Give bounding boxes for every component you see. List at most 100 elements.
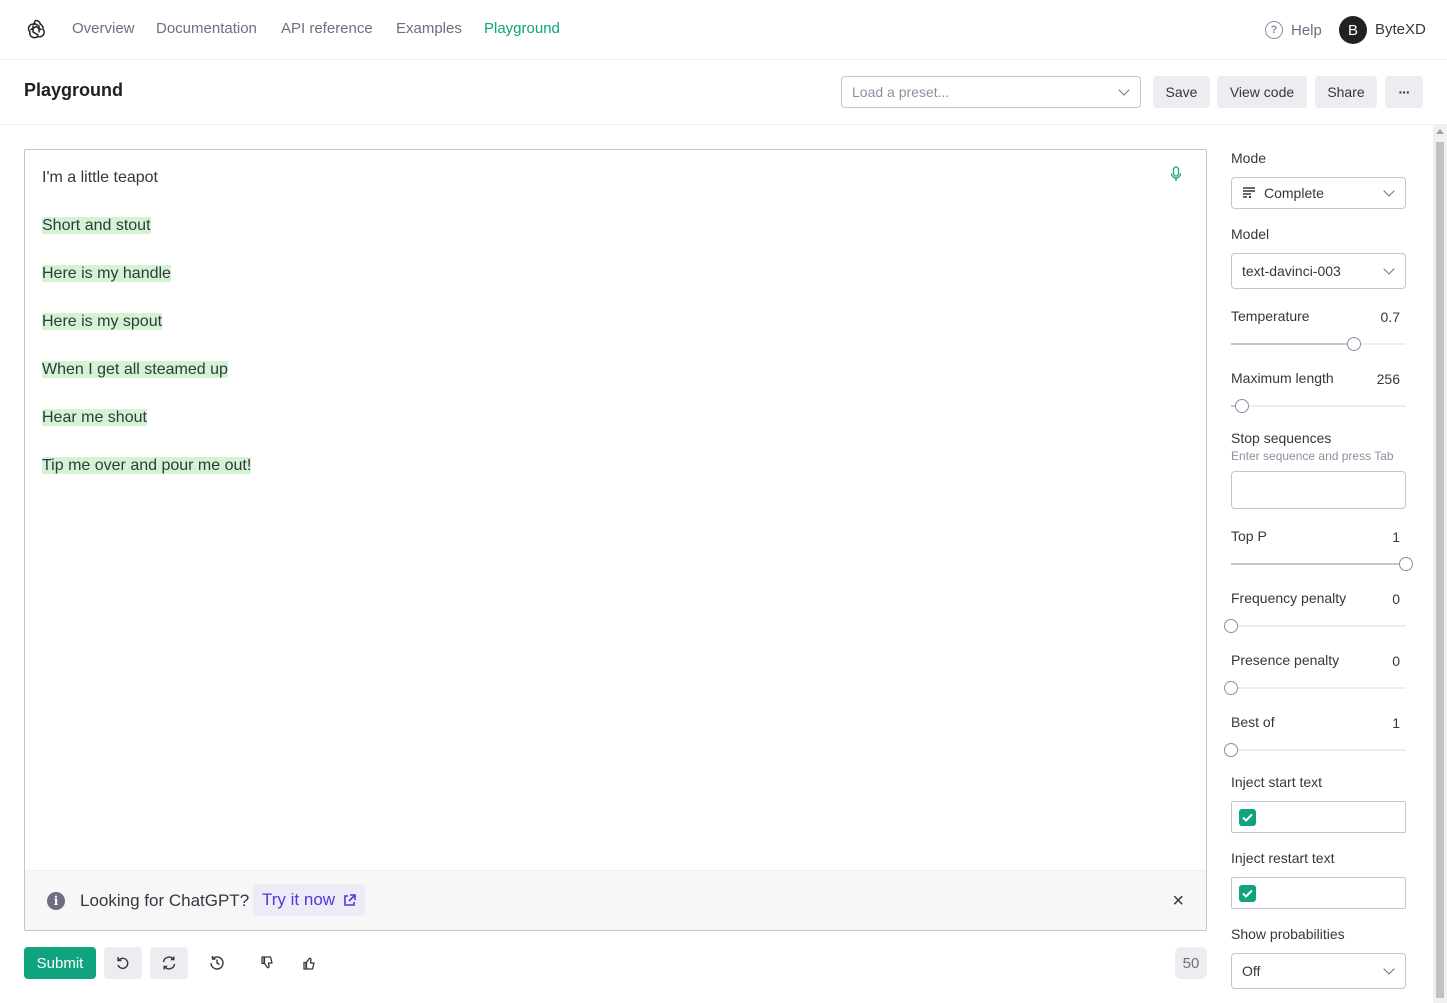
submit-button[interactable]: Submit [24, 947, 96, 979]
thumbs-down-icon [261, 956, 273, 969]
completion-line: Hear me shout [42, 409, 147, 426]
slider-thumb[interactable] [1224, 619, 1238, 633]
best-of-label: Best of [1231, 714, 1275, 730]
max-length-slider[interactable] [1231, 399, 1406, 413]
chevron-down-icon [1383, 963, 1395, 975]
microphone-icon[interactable] [1170, 166, 1182, 182]
banner-text: Looking for ChatGPT? [80, 891, 250, 910]
top-p-label: Top P [1231, 528, 1267, 544]
username[interactable]: ByteXD [1375, 21, 1426, 38]
inject-start-label: Inject start text [1231, 774, 1323, 790]
top-navigation: Overview Documentation API reference Exa… [0, 0, 1447, 60]
thumbs-up-button[interactable] [290, 947, 328, 979]
prompt-line: I'm a little teapot [42, 169, 158, 186]
chevron-down-icon [1383, 185, 1395, 197]
model-select[interactable]: text-davinci-003 [1231, 253, 1406, 289]
preset-select[interactable]: Load a preset... [841, 76, 1141, 108]
history-icon [210, 956, 224, 970]
model-label: Model [1231, 226, 1270, 242]
presence-penalty-value[interactable]: 0 [1360, 653, 1400, 669]
info-icon: i [47, 892, 65, 910]
completion-line: Here is my spout [42, 313, 163, 330]
close-icon[interactable]: × [1172, 891, 1184, 911]
chatgpt-banner: i Looking for ChatGPT? Try it now × [25, 870, 1206, 930]
openai-logo-icon[interactable] [24, 17, 48, 41]
slider-thumb[interactable] [1234, 399, 1249, 413]
page-title: Playground [24, 80, 124, 100]
chevron-down-icon [1118, 84, 1130, 96]
thumbs-down-button[interactable] [248, 947, 286, 979]
question-icon: ? [1265, 21, 1283, 39]
nav-examples[interactable]: Examples [396, 20, 462, 37]
temperature-slider[interactable] [1231, 337, 1406, 351]
presence-penalty-label: Presence penalty [1231, 652, 1340, 668]
try-it-now-link[interactable]: Try it now [253, 884, 366, 916]
chevron-down-icon [1383, 263, 1395, 275]
nav-playground[interactable]: Playground [484, 20, 560, 37]
help-label: Help [1291, 21, 1322, 39]
slider-fill [1231, 563, 1406, 565]
undo-icon [117, 957, 129, 970]
external-link-icon [344, 893, 356, 906]
nav-overview[interactable]: Overview [72, 20, 135, 37]
nav-documentation[interactable]: Documentation [156, 20, 257, 37]
stop-sequences-hint: Enter sequence and press Tab [1231, 449, 1394, 463]
prompt-editor[interactable]: I'm a little teapot Short and stout Here… [24, 149, 1207, 931]
checkmark-icon [1242, 889, 1253, 898]
mode-select[interactable]: Complete [1231, 177, 1406, 209]
show-probabilities-select[interactable]: Off [1231, 953, 1406, 989]
slider-thumb[interactable] [1399, 557, 1413, 571]
top-p-slider[interactable] [1231, 557, 1413, 571]
nav-api-reference[interactable]: API reference [281, 20, 373, 37]
regenerate-icon [162, 956, 176, 970]
show-probabilities-value: Off [1242, 963, 1261, 979]
frequency-penalty-slider[interactable] [1224, 619, 1406, 633]
try-it-now-label: Try it now [262, 890, 336, 909]
regenerate-button[interactable] [150, 947, 188, 979]
best-of-slider[interactable] [1224, 743, 1406, 757]
undo-button[interactable] [104, 947, 142, 979]
complete-mode-icon [1243, 187, 1255, 198]
thumbs-up-icon [303, 957, 315, 970]
slider-thumb[interactable] [1346, 337, 1361, 351]
best-of-value[interactable]: 1 [1360, 715, 1400, 731]
completion-line: Short and stout [42, 217, 151, 234]
stop-sequences-input[interactable] [1231, 471, 1406, 509]
inject-restart-checkbox[interactable] [1239, 885, 1256, 902]
temperature-value[interactable]: 0.7 [1360, 309, 1400, 325]
scrollbar-thumb[interactable] [1436, 142, 1444, 998]
show-probabilities-label: Show probabilities [1231, 926, 1345, 942]
token-count: 50 [1175, 947, 1207, 979]
inject-start-input[interactable] [1231, 801, 1406, 833]
view-code-button[interactable]: View code [1217, 76, 1307, 108]
max-length-label: Maximum length [1231, 370, 1334, 386]
page-header: Playground Load a preset... Save View co… [0, 60, 1447, 125]
inject-start-checkbox[interactable] [1239, 809, 1256, 826]
save-button[interactable]: Save [1153, 76, 1210, 108]
completion-line: Here is my handle [42, 265, 171, 282]
scrollbar[interactable] [1433, 125, 1447, 1003]
scroll-up-arrow-icon[interactable] [1436, 129, 1444, 134]
frequency-penalty-label: Frequency penalty [1231, 590, 1347, 606]
slider-thumb[interactable] [1224, 681, 1238, 695]
completion-line: When I get all steamed up [42, 361, 228, 378]
top-p-value[interactable]: 1 [1360, 529, 1400, 545]
share-button[interactable]: Share [1315, 76, 1377, 108]
mode-label: Mode [1231, 150, 1267, 166]
frequency-penalty-value[interactable]: 0 [1360, 591, 1400, 607]
avatar[interactable]: B [1339, 16, 1367, 44]
model-value: text-davinci-003 [1242, 263, 1341, 279]
completion-line: Tip me over and pour me out! [42, 457, 252, 474]
slider-thumb[interactable] [1224, 743, 1238, 757]
max-length-value[interactable]: 256 [1360, 371, 1400, 387]
history-button[interactable] [198, 947, 236, 979]
editor-content[interactable]: I'm a little teapot Short and stout Here… [42, 166, 252, 502]
presence-penalty-slider[interactable] [1224, 681, 1406, 695]
inject-restart-input[interactable] [1231, 877, 1406, 909]
preset-placeholder: Load a preset... [852, 84, 950, 100]
checkmark-icon [1242, 813, 1253, 822]
help-link[interactable]: ? Help [1265, 21, 1322, 39]
more-options-button[interactable]: ··· [1385, 76, 1423, 108]
stop-sequences-label: Stop sequences [1231, 430, 1332, 446]
inject-restart-label: Inject restart text [1231, 850, 1335, 866]
